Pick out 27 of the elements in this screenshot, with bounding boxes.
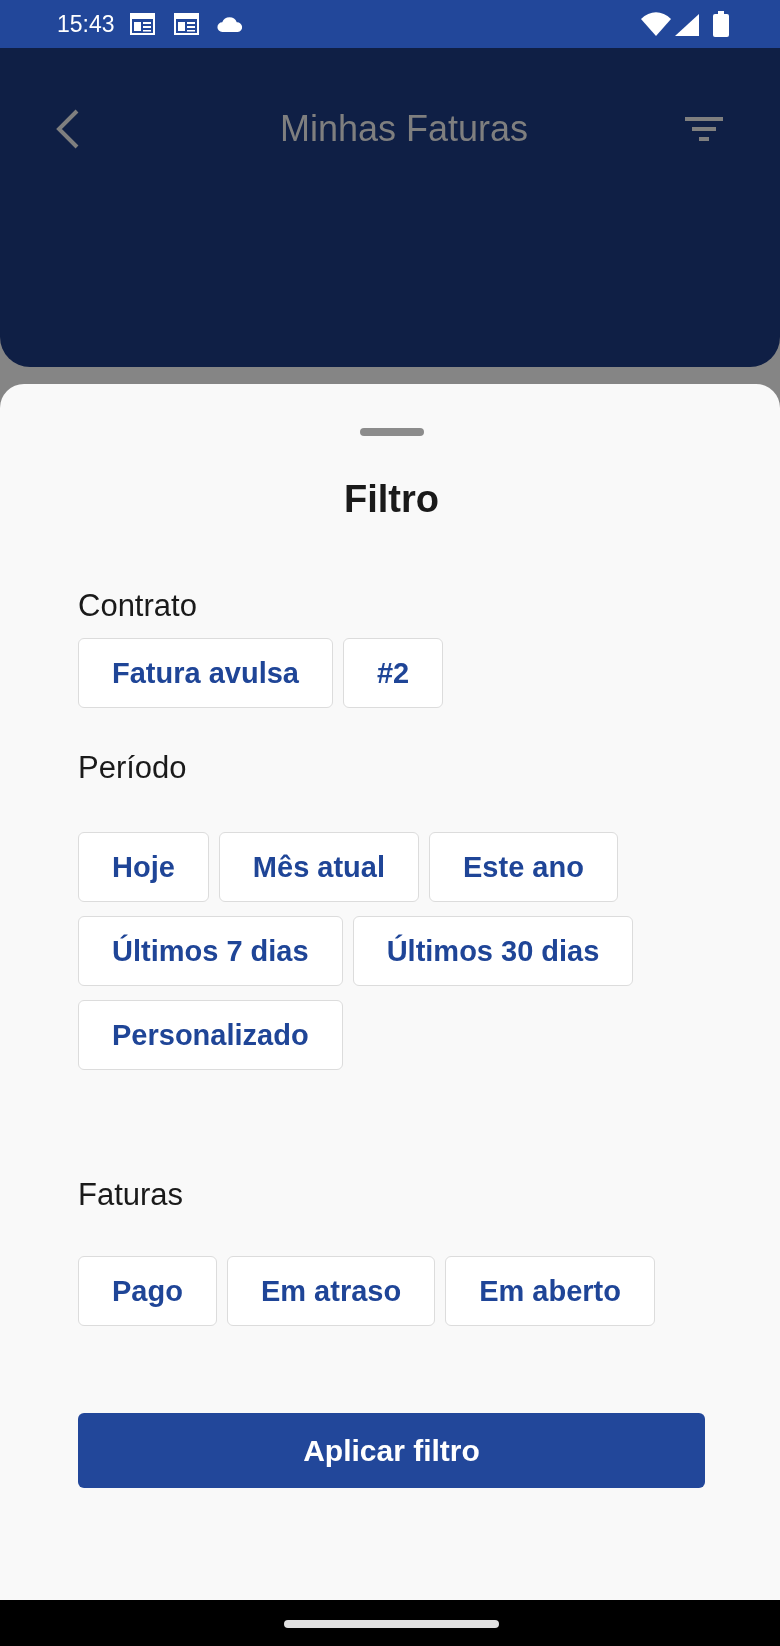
- section-label: Contrato: [78, 587, 197, 624]
- wifi-icon: [641, 12, 671, 36]
- filter-chip[interactable]: Mês atual: [218, 832, 419, 902]
- section-label: Faturas: [78, 1176, 184, 1213]
- filter-chip[interactable]: Últimos 7 dias: [78, 916, 343, 986]
- filter-chip[interactable]: #2: [343, 638, 444, 708]
- battery-icon: [713, 11, 729, 37]
- filter-chip[interactable]: Hoje: [78, 832, 209, 902]
- filter-chip[interactable]: Personalizado: [78, 1000, 343, 1070]
- news-icon: [173, 13, 199, 35]
- filter-chip[interactable]: Pago: [78, 1256, 217, 1326]
- status-time: 15:43: [57, 11, 115, 37]
- filter-icon[interactable]: [685, 117, 723, 141]
- filter-chip[interactable]: Em aberto: [445, 1256, 655, 1326]
- sheet-title: Filtro: [343, 477, 440, 522]
- filter-chip[interactable]: Em atraso: [226, 1256, 436, 1326]
- signal-icon: [675, 14, 699, 36]
- screen-title: Minhas Faturas: [278, 109, 530, 149]
- apply-filter-button[interactable]: Aplicar filtro: [78, 1413, 705, 1488]
- cloud-icon: [215, 16, 244, 32]
- news-icon: [129, 13, 155, 35]
- drag-handle[interactable]: [359, 428, 424, 436]
- section-label: Período: [78, 749, 187, 786]
- filter-chip[interactable]: Este ano: [429, 832, 618, 902]
- filter-chip[interactable]: Fatura avulsa: [78, 638, 333, 708]
- back-icon[interactable]: [56, 109, 80, 149]
- filter-chip[interactable]: Últimos 30 dias: [352, 916, 634, 986]
